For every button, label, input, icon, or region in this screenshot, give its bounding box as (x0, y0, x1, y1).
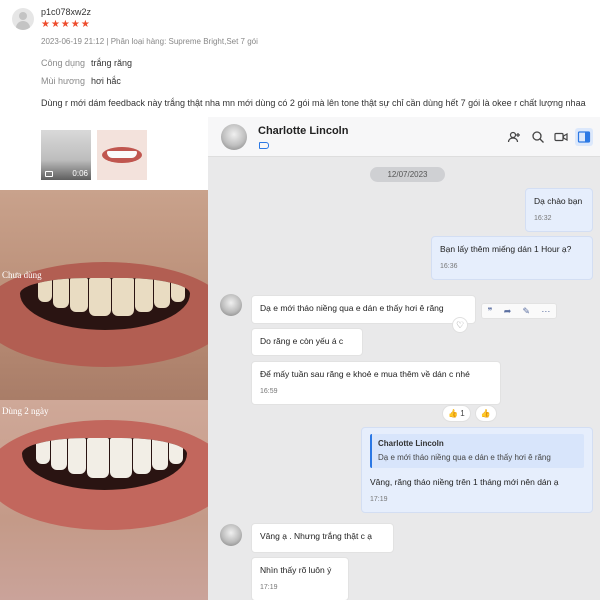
add-reaction-button[interactable]: 👍 (474, 405, 497, 422)
reaction-count: 1 (460, 409, 465, 418)
message-time: 16:36 (440, 263, 458, 270)
after-teeth (36, 438, 183, 478)
usage-row: Công dụng trắng răng (41, 58, 132, 68)
contact-avatar[interactable] (221, 124, 247, 150)
thumbnail-teeth (107, 151, 137, 158)
quoted-message[interactable]: Charlotte Lincoln Dạ e mới tháo niềng qu… (370, 434, 584, 468)
star-rating: ★★★★★ (41, 19, 91, 30)
video-call-icon[interactable] (554, 130, 568, 144)
label-icon[interactable] (259, 142, 269, 149)
thumbs-up-icon: 👍 (480, 409, 491, 418)
review-text: Dùng r mới dám feedback này trắng thật n… (41, 98, 586, 108)
usage-label: Công dụng (41, 58, 86, 68)
message-actions-toolbar: ❞ ➦ ✎ ⋯ (481, 303, 557, 319)
message-incoming[interactable]: Để mấy tuần sau răng e khoẻ e mua thêm v… (251, 361, 501, 405)
message-outgoing[interactable]: Dạ chào bạn 16:32 (525, 188, 593, 232)
after-photo: Dùng 2 ngày (0, 400, 208, 600)
add-member-icon[interactable] (507, 130, 521, 144)
video-thumbnail[interactable]: 0:06 (41, 130, 91, 180)
review-username[interactable]: p1c078xw2z (41, 7, 91, 17)
message-text: Do răng e còn yếu á c (260, 336, 344, 346)
message-text: Để mấy tuần sau răng e khoẻ e mua thêm v… (260, 369, 470, 379)
usage-value: trắng răng (91, 58, 133, 68)
contact-name[interactable]: Charlotte Lincoln (258, 125, 348, 137)
message-time: 16:59 (260, 388, 278, 395)
video-duration: 0:06 (72, 169, 88, 178)
quoted-text: Dạ e mới tháo niềng qua e dán e thấy hơi… (378, 453, 551, 462)
search-icon[interactable] (531, 130, 545, 144)
message-outgoing[interactable]: Bạn lấy thêm miếng dán 1 Hour ạ? 16:36 (431, 236, 593, 280)
message-time: 17:19 (260, 584, 278, 591)
message-time: 17:19 (370, 496, 388, 503)
after-label: Dùng 2 ngày (2, 406, 49, 416)
quoted-sender: Charlotte Lincoln (378, 439, 444, 448)
message-outgoing-reply[interactable]: Charlotte Lincoln Dạ e mới tháo niềng qu… (361, 427, 593, 513)
date-separator: 12/07/2023 (370, 167, 445, 182)
thumbs-up-reaction[interactable]: 👍 1 (442, 405, 471, 422)
review-meta: 2023-06-19 21:12 | Phân loại hàng: Supre… (41, 37, 258, 46)
before-photo: Chưa dùng (0, 190, 208, 410)
message-text: Nhìn thấy rõ luôn ý (260, 565, 332, 575)
message-incoming[interactable]: Dạ e mới tháo niềng qua e dán e thấy hơi… (251, 295, 476, 324)
message-incoming[interactable]: Nhìn thấy rõ luôn ý 17:19 (251, 557, 349, 600)
more-options-icon[interactable]: ⋯ (541, 306, 550, 317)
message-text: Vâng ạ . Nhưng trắng thật c ạ (260, 531, 373, 541)
quote-icon[interactable]: ❞ (488, 306, 493, 317)
photo-thumbnail[interactable] (97, 130, 147, 180)
message-incoming[interactable]: Do răng e còn yếu á c (251, 328, 363, 356)
contact-avatar-small[interactable] (220, 524, 242, 546)
like-reaction-icon[interactable]: ♡ (452, 317, 468, 333)
message-text: Dạ chào bạn (534, 196, 583, 206)
message-text: Bạn lấy thêm miếng dán 1 Hour ạ? (440, 244, 572, 254)
edit-icon[interactable]: ✎ (523, 306, 531, 317)
video-camera-icon (45, 171, 53, 177)
contact-avatar-small[interactable] (220, 294, 242, 316)
message-reactions: 👍 1 👍 (442, 405, 497, 422)
scent-row: Mùi hương hơi hắc (41, 76, 121, 86)
thumbs-up-icon: 👍 (448, 409, 458, 418)
before-label: Chưa dùng (2, 270, 42, 280)
forward-icon[interactable]: ➦ (504, 306, 512, 317)
scent-value: hơi hắc (91, 76, 121, 86)
before-teeth (38, 278, 185, 316)
chat-header: Charlotte Lincoln (208, 117, 600, 157)
message-text: Dạ e mới tháo niềng qua e dán e thấy hơi… (260, 303, 444, 313)
message-text: Vâng, răng tháo niềng trên 1 tháng mới n… (370, 477, 559, 487)
user-avatar[interactable] (12, 8, 34, 30)
scent-label: Mùi hương (41, 76, 85, 86)
message-time: 16:32 (534, 215, 552, 222)
message-incoming[interactable]: Vâng ạ . Nhưng trắng thật c ạ (251, 523, 394, 553)
chat-window: Charlotte Lincoln 12/07/2023 Dạ chào bạn… (208, 117, 600, 600)
side-panel-icon[interactable] (575, 128, 593, 146)
